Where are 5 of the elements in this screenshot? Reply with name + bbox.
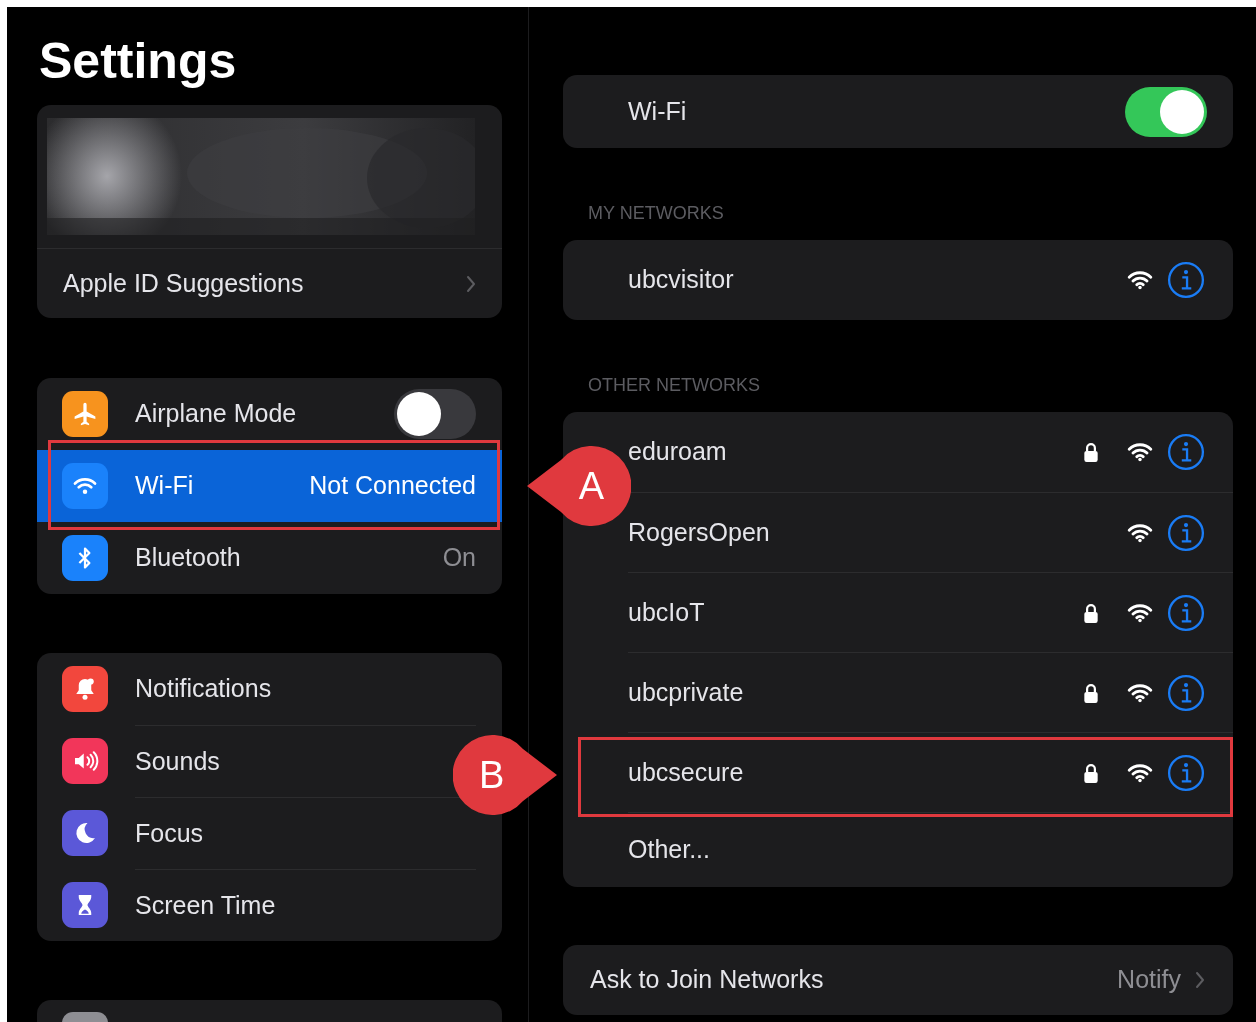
section-header: OTHER NETWORKS (587, 375, 761, 395)
page-title: Settings (38, 32, 238, 91)
wifi-toggle-row: Wi-Fi (563, 75, 1233, 148)
section-header: MY NETWORKS (587, 203, 725, 223)
callout-tooltip: B (453, 735, 557, 815)
